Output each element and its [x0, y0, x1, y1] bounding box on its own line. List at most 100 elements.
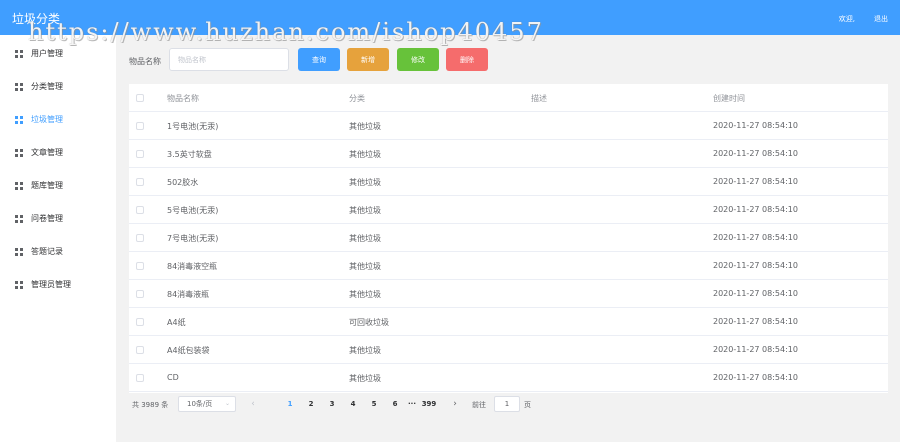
page-number[interactable]: 1 — [283, 400, 297, 408]
chevron-down-icon: ⌄ — [224, 400, 230, 407]
table-row[interactable]: 5号电池(无汞) 其他垃圾 2020-11-27 08:54:10 — [129, 196, 888, 224]
cell-created: 2020-11-27 08:54:10 — [713, 317, 798, 326]
cell-category: 其他垃圾 — [349, 262, 381, 271]
cell-category: 其他垃圾 — [349, 374, 381, 383]
sidebar-item-surveys[interactable]: 问卷管理 — [0, 202, 116, 235]
grid-icon — [15, 181, 23, 190]
row-checkbox[interactable] — [136, 318, 144, 326]
sidebar-item-label: 分类管理 — [31, 82, 63, 91]
page-size-value: 10条/页 — [187, 400, 213, 408]
cell-created: 2020-11-27 08:54:10 — [713, 121, 798, 130]
page-number[interactable]: 6 — [388, 400, 402, 408]
table-row[interactable]: A4纸 可回收垃圾 2020-11-27 08:54:10 — [129, 308, 888, 336]
page-number[interactable]: 2 — [304, 400, 318, 408]
grid-icon — [15, 49, 23, 58]
sidebar-item-articles[interactable]: 文章管理 — [0, 136, 116, 169]
goto-page-input[interactable] — [494, 396, 520, 412]
edit-button[interactable]: 修改 — [397, 48, 439, 71]
sidebar-item-garbage[interactable]: 垃圾管理 — [0, 103, 116, 136]
cell-created: 2020-11-27 08:54:10 — [713, 149, 798, 158]
cell-name: 502胶水 — [167, 178, 199, 187]
header-description: 描述 — [531, 94, 547, 103]
grid-icon — [15, 115, 23, 124]
row-checkbox[interactable] — [136, 290, 144, 298]
item-name-input[interactable] — [169, 48, 289, 71]
sidebar-item-label: 文章管理 — [31, 148, 63, 157]
sidebar-item-admins[interactable]: 管理员管理 — [0, 268, 116, 301]
row-checkbox[interactable] — [136, 150, 144, 158]
page-number[interactable]: 4 — [346, 400, 360, 408]
sidebar-item-users[interactable]: 用户管理 — [0, 37, 116, 70]
table-row[interactable]: 3.5英寸软盘 其他垃圾 2020-11-27 08:54:10 — [129, 140, 888, 168]
total-count: 共 3989 条 — [132, 401, 169, 409]
cell-name: CD — [167, 373, 179, 382]
row-checkbox[interactable] — [136, 122, 144, 130]
header-category: 分类 — [349, 94, 365, 103]
cell-category: 其他垃圾 — [349, 290, 381, 299]
table-row[interactable]: 1号电池(无汞) 其他垃圾 2020-11-27 08:54:10 — [129, 112, 888, 140]
cell-created: 2020-11-27 08:54:10 — [713, 205, 798, 214]
page-number[interactable]: 5 — [367, 400, 381, 408]
row-checkbox[interactable] — [136, 178, 144, 186]
table-row[interactable]: 84消毒液空瓶 其他垃圾 2020-11-27 08:54:10 — [129, 252, 888, 280]
add-button[interactable]: 新增 — [347, 48, 389, 71]
row-checkbox[interactable] — [136, 262, 144, 270]
welcome-text: 欢迎, — [838, 15, 855, 23]
cell-category: 其他垃圾 — [349, 122, 381, 131]
sidebar-item-label: 用户管理 — [31, 49, 63, 58]
logout-link[interactable]: 退出 — [874, 14, 888, 24]
search-label: 物品名称 — [129, 57, 161, 66]
grid-icon — [15, 148, 23, 157]
cell-category: 其他垃圾 — [349, 206, 381, 215]
cell-name: 5号电池(无汞) — [167, 206, 219, 215]
header-created: 创建时间 — [713, 94, 745, 103]
cell-name: 1号电池(无汞) — [167, 122, 219, 131]
cell-name: 84消毒液瓶 — [167, 290, 210, 299]
sidebar-item-answer-records[interactable]: 答题记录 — [0, 235, 116, 268]
sidebar-item-label: 问卷管理 — [31, 214, 63, 223]
cell-category: 其他垃圾 — [349, 150, 381, 159]
page-size-select[interactable]: 10条/页 ⌄ — [178, 396, 236, 412]
sidebar-item-label: 题库管理 — [31, 181, 63, 190]
cell-created: 2020-11-27 08:54:10 — [713, 233, 798, 242]
more-pages-ellipsis[interactable]: ··· — [405, 400, 419, 408]
cell-created: 2020-11-27 08:54:10 — [713, 177, 798, 186]
page-unit-label: 页 — [524, 401, 531, 409]
main-content: 物品名称 查询 新增 修改 删除 物品名称 分类 描述 创建时间 1号电池(无汞… — [116, 35, 900, 442]
page-number[interactable]: 3 — [325, 400, 339, 408]
pagination: 共 3989 条 10条/页 ⌄ ‹ 1 2 3 4 5 6 ··· 399 ›… — [129, 395, 629, 415]
header-name: 物品名称 — [167, 94, 199, 103]
grid-icon — [15, 214, 23, 223]
row-checkbox[interactable] — [136, 374, 144, 382]
cell-name: A4纸 — [167, 318, 186, 327]
row-checkbox[interactable] — [136, 206, 144, 214]
table-row[interactable]: A4纸包装袋 其他垃圾 2020-11-27 08:54:10 — [129, 336, 888, 364]
table-row[interactable]: 502胶水 其他垃圾 2020-11-27 08:54:10 — [129, 168, 888, 196]
delete-button[interactable]: 删除 — [446, 48, 488, 71]
sidebar-item-label: 垃圾管理 — [31, 115, 63, 124]
cell-name: 84消毒液空瓶 — [167, 262, 218, 271]
page-number[interactable]: 399 — [419, 400, 439, 408]
query-button[interactable]: 查询 — [298, 48, 340, 71]
cell-name: 7号电池(无汞) — [167, 234, 219, 243]
top-header: 垃圾分类 欢迎, 退出 — [0, 0, 900, 35]
grid-icon — [15, 82, 23, 91]
select-all-checkbox[interactable] — [136, 94, 144, 102]
sidebar: 用户管理 分类管理 垃圾管理 文章管理 题库管理 问卷管理 答题记录 管理员管理 — [0, 35, 116, 442]
cell-category: 其他垃圾 — [349, 234, 381, 243]
table-row[interactable]: 84消毒液瓶 其他垃圾 2020-11-27 08:54:10 — [129, 280, 888, 308]
table-header-row: 物品名称 分类 描述 创建时间 — [129, 84, 888, 112]
sidebar-item-label: 管理员管理 — [31, 280, 71, 289]
prev-page-button[interactable]: ‹ — [245, 396, 261, 412]
cell-created: 2020-11-27 08:54:10 — [713, 345, 798, 354]
table-row[interactable]: CD 其他垃圾 2020-11-27 08:54:10 — [129, 364, 888, 392]
row-checkbox[interactable] — [136, 346, 144, 354]
goto-label: 前往 — [472, 401, 486, 409]
cell-name: A4纸包装袋 — [167, 346, 210, 355]
table-row[interactable]: 7号电池(无汞) 其他垃圾 2020-11-27 08:54:10 — [129, 224, 888, 252]
row-checkbox[interactable] — [136, 234, 144, 242]
next-page-button[interactable]: › — [447, 396, 463, 412]
sidebar-item-question-bank[interactable]: 题库管理 — [0, 169, 116, 202]
app-title: 垃圾分类 — [12, 12, 61, 26]
sidebar-item-categories[interactable]: 分类管理 — [0, 70, 116, 103]
